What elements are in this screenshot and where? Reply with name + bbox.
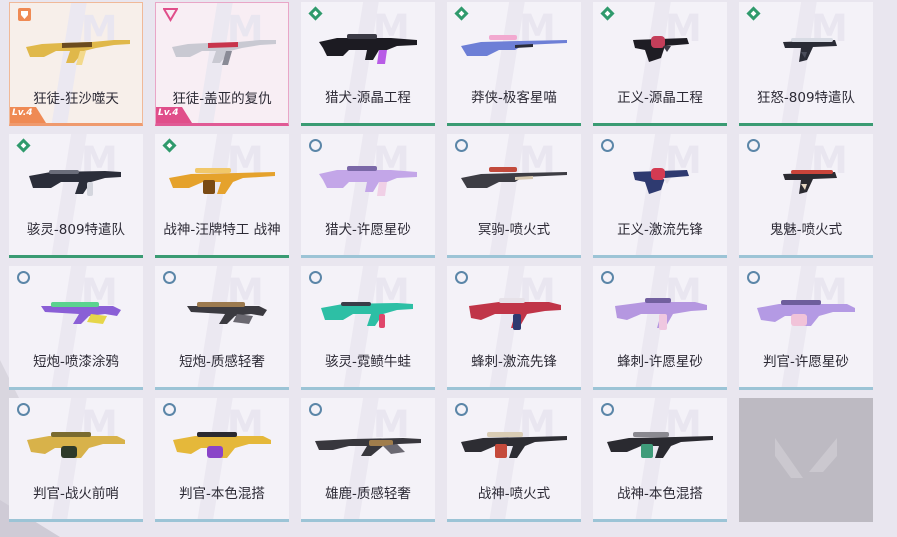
skin-card[interactable]: M 判官-战火前哨 [9, 398, 143, 522]
skin-card[interactable]: M 短炮-喷漆涂鸦 [9, 266, 143, 390]
select-tier-icon [601, 271, 614, 284]
select-tier-icon [163, 403, 176, 416]
valorant-logo-icon [775, 438, 837, 478]
skin-name: 冥驹-喷火式 [477, 222, 551, 238]
skin-name: 战神-喷火式 [477, 486, 551, 502]
skin-name: 骇灵-霓鲼牛蛙 [325, 354, 411, 370]
skin-name: 狂徒-狂沙噬天 [33, 91, 119, 107]
level-badge: Lv.4 [156, 107, 192, 123]
skin-name: 短炮-质感轻奢 [179, 354, 265, 370]
weapon-skin-image [633, 36, 689, 62]
premium-tier-icon [163, 8, 178, 22]
skin-card[interactable]: M 狂徒-狂沙噬天 Lv.4 [9, 2, 143, 126]
weapon-skin-image [615, 298, 707, 330]
skin-card[interactable]: M 鬼魅-喷火式 [739, 134, 873, 258]
weapon-skin-image [172, 40, 276, 65]
weapon-skin-image [461, 432, 567, 458]
select-tier-icon [455, 139, 468, 152]
weapon-skin-image [169, 168, 275, 194]
deluxe-tier-icon [600, 6, 615, 21]
skin-card[interactable]: M 狂徒-盖亚的复仇 Lv.4 [155, 2, 289, 126]
weapon-skin-image [315, 438, 421, 456]
empty-slot [739, 398, 873, 522]
weapon-skin-image [469, 298, 561, 330]
weapon-skin-image [27, 432, 125, 458]
skin-card[interactable]: M 冥驹-喷火式 [447, 134, 581, 258]
weapon-skin-image [187, 302, 267, 324]
skin-card[interactable]: M 战神-本色混搭 [593, 398, 727, 522]
select-tier-icon [747, 271, 760, 284]
weapon-skin-image [321, 302, 413, 328]
skin-name: 雄鹿-质感轻奢 [325, 486, 411, 502]
skin-card[interactable]: M 蜂刺-激流先锋 [447, 266, 581, 390]
weapon-skin-image [757, 300, 855, 326]
skin-card[interactable]: M 战神-汪牌特工 战神 [155, 134, 289, 258]
level-badge-label: Lv.4 [158, 108, 179, 118]
weapon-skin-image [461, 167, 567, 188]
level-badge: Lv.4 [10, 107, 46, 123]
select-tier-icon [309, 271, 322, 284]
weapon-skin-image [461, 35, 567, 56]
skin-card[interactable]: M 战神-喷火式 [447, 398, 581, 522]
skin-card[interactable]: M 正义-源晶工程 [593, 2, 727, 126]
skin-card[interactable]: M 骇灵-霓鲼牛蛙 [301, 266, 435, 390]
weapon-skin-image [319, 166, 417, 196]
level-badge-label: Lv.4 [12, 108, 33, 118]
weapon-skin-image [783, 38, 837, 62]
skin-card[interactable]: M 狂怒-809特遣队 [739, 2, 873, 126]
skin-name: 判官-战火前哨 [33, 486, 119, 502]
deluxe-tier-icon [162, 138, 177, 153]
skin-name: 正义-源晶工程 [617, 90, 703, 106]
weapon-skin-image [26, 40, 130, 65]
skin-card[interactable]: M 猎犬-源晶工程 [301, 2, 435, 126]
deluxe-tier-icon [16, 138, 31, 153]
weapon-skin-image [173, 432, 271, 458]
select-tier-icon [163, 271, 176, 284]
skin-name: 短炮-喷漆涂鸦 [33, 354, 119, 370]
select-tier-icon [601, 139, 614, 152]
skin-card[interactable]: M 猎犬-许愿星砂 [301, 134, 435, 258]
select-tier-icon [455, 271, 468, 284]
skin-name: 鬼魅-喷火式 [769, 222, 843, 238]
weapon-skin-image [607, 432, 713, 458]
deluxe-tier-icon [454, 6, 469, 21]
skin-card[interactable]: M 蜂刺-许愿星砂 [593, 266, 727, 390]
select-tier-icon [17, 403, 30, 416]
skin-name: 战神-汪牌特工 战神 [163, 222, 281, 238]
skin-card[interactable]: M 短炮-质感轻奢 [155, 266, 289, 390]
skin-name: 蜂刺-激流先锋 [471, 354, 557, 370]
skin-card[interactable]: M 正义-激流先锋 [593, 134, 727, 258]
skin-name: 战神-本色混搭 [617, 486, 703, 502]
skin-name: 蜂刺-许愿星砂 [617, 354, 703, 370]
weapon-skin-image [319, 34, 417, 64]
select-tier-icon [601, 403, 614, 416]
exclusive-tier-icon [18, 8, 31, 21]
skin-name: 狂徒-盖亚的复仇 [172, 91, 272, 107]
skin-name: 莽侠-极客星喵 [471, 90, 557, 106]
weapon-skin-image [29, 170, 121, 196]
skin-card[interactable]: M 骇灵-809特遣队 [9, 134, 143, 258]
select-tier-icon [17, 271, 30, 284]
select-tier-icon [455, 403, 468, 416]
skin-inventory-grid: M 狂徒-狂沙噬天 Lv.4 M 狂徒-盖亚的复仇 Lv.4 M 猎犬-源晶工程 M 莽侠-极客星… [9, 2, 873, 522]
skin-name: 猎犬-源晶工程 [325, 90, 411, 106]
skin-card[interactable]: M 判官-本色混搭 [155, 398, 289, 522]
skin-name: 判官-本色混搭 [179, 486, 265, 502]
skin-name: 狂怒-809特遣队 [756, 90, 856, 106]
select-tier-icon [309, 139, 322, 152]
deluxe-tier-icon [308, 6, 323, 21]
skin-card[interactable]: M 判官-许愿星砂 [739, 266, 873, 390]
skin-name: 正义-激流先锋 [617, 222, 703, 238]
weapon-skin-image [41, 302, 121, 324]
weapon-skin-image [633, 168, 689, 194]
skin-name: 骇灵-809特遣队 [26, 222, 126, 238]
skin-name: 判官-许愿星砂 [763, 354, 849, 370]
skin-name: 猎犬-许愿星砂 [325, 222, 411, 238]
select-tier-icon [309, 403, 322, 416]
skin-card[interactable]: M 莽侠-极客星喵 [447, 2, 581, 126]
deluxe-tier-icon [746, 6, 761, 21]
skin-card[interactable]: M 雄鹿-质感轻奢 [301, 398, 435, 522]
select-tier-icon [747, 139, 760, 152]
weapon-skin-image [783, 170, 837, 194]
